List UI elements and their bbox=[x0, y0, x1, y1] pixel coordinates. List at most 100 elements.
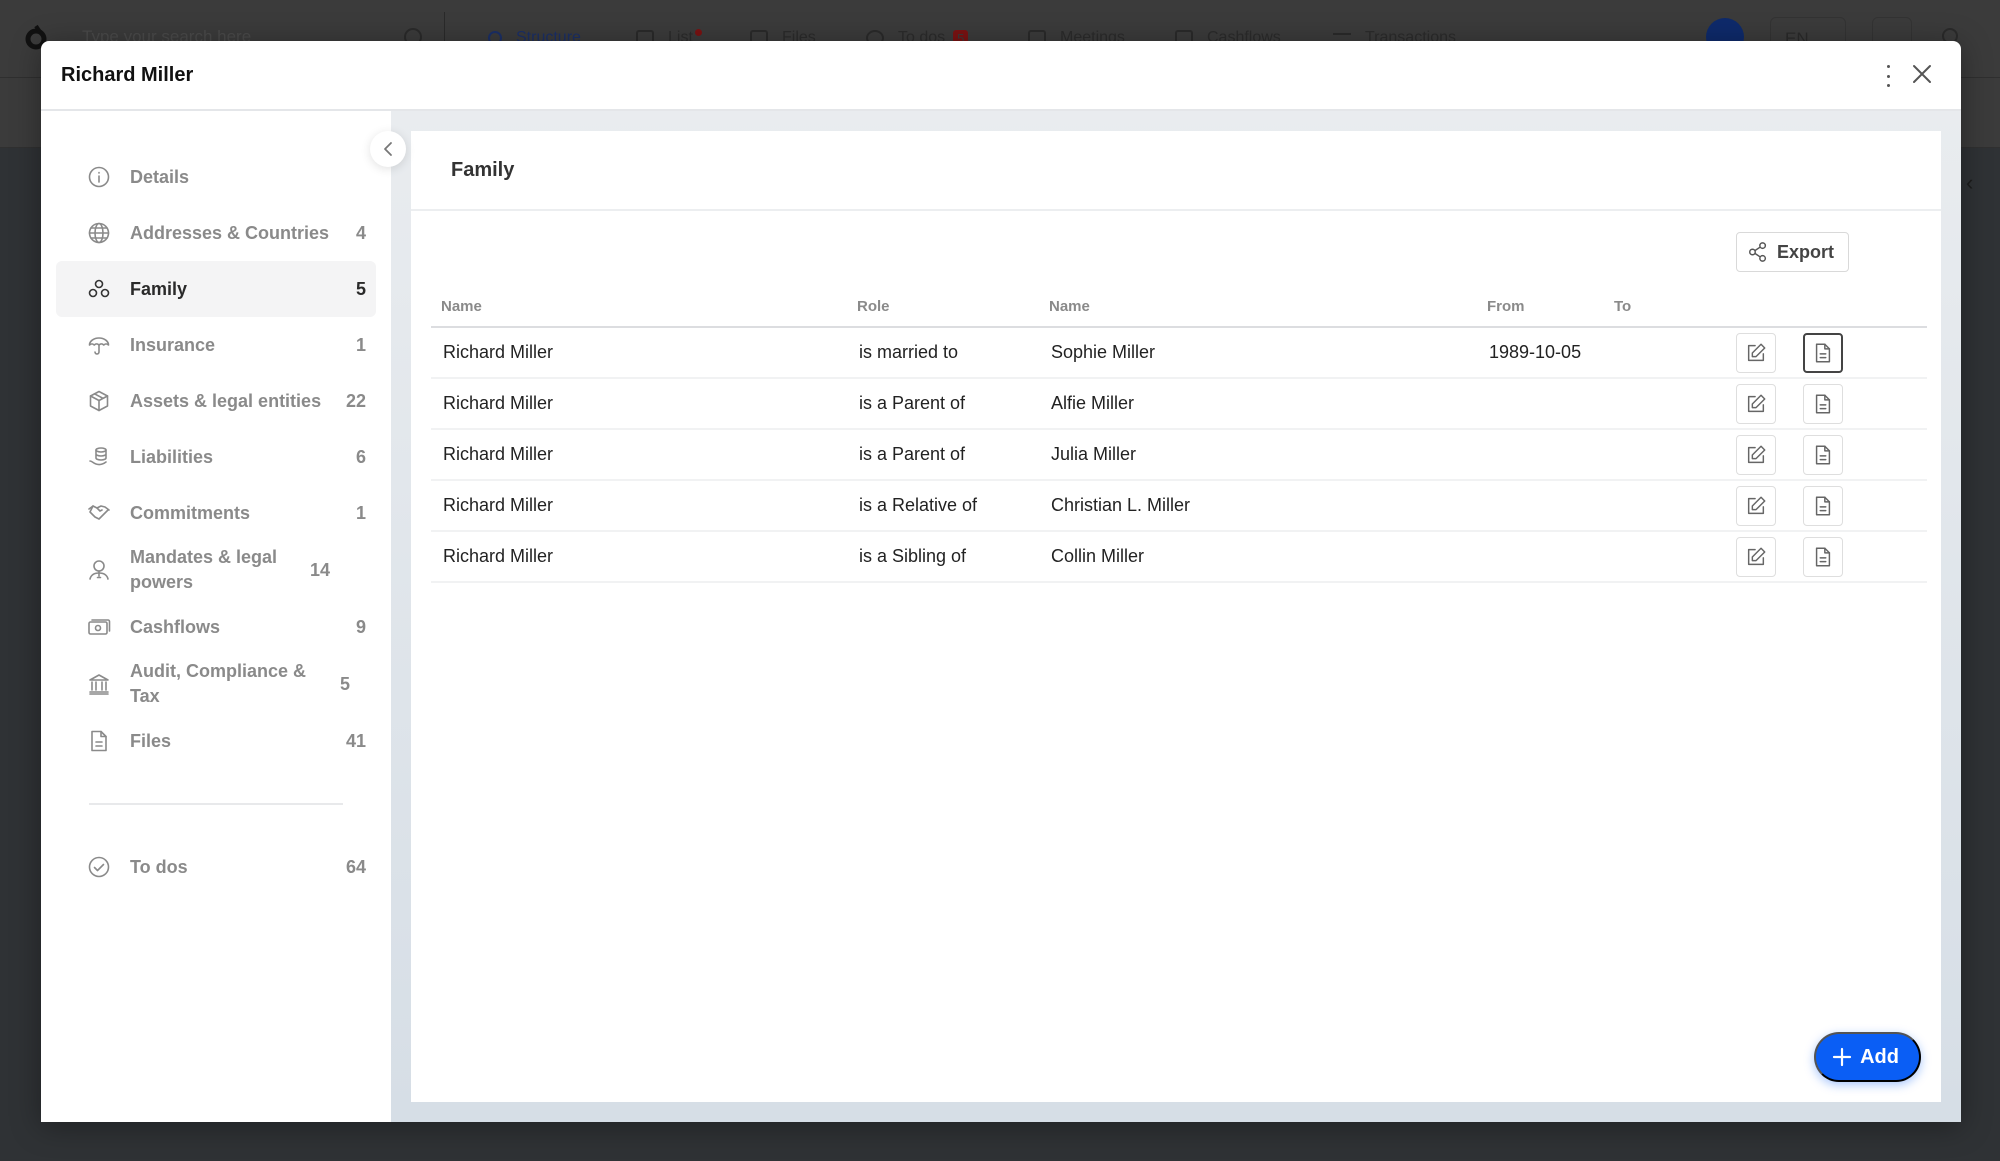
plus-icon bbox=[1833, 1047, 1852, 1067]
sidebar-item-label: Insurance bbox=[130, 334, 216, 355]
sidebar-item-label: Liabilities bbox=[130, 446, 214, 467]
notification-dot bbox=[694, 28, 702, 36]
table-row[interactable]: Richard Miller is a Sibling of Collin Mi… bbox=[431, 531, 1927, 583]
handshake-icon bbox=[86, 500, 112, 526]
table-header-row: Name Role Name From To bbox=[431, 287, 1927, 328]
column-header-role[interactable]: Role bbox=[847, 287, 1039, 328]
cell-actions bbox=[1724, 429, 1927, 481]
document-button[interactable] bbox=[1803, 332, 1844, 373]
document-button[interactable] bbox=[1803, 383, 1844, 424]
family-card: Family Export Name Role Name From To Ric… bbox=[411, 131, 1941, 1102]
cell-related-name: Christian L. Miller bbox=[1039, 480, 1477, 532]
cell-name: Richard Miller bbox=[431, 378, 847, 430]
table-row[interactable]: Richard Miller is a Parent of Alfie Mill… bbox=[431, 378, 1927, 430]
cell-to bbox=[1604, 327, 1724, 379]
column-header-actions bbox=[1724, 287, 1927, 328]
sidebar-item-count: 5 bbox=[339, 673, 350, 694]
cell-from: 1989-10-05 bbox=[1477, 327, 1604, 379]
edit-icon bbox=[1747, 445, 1766, 463]
bank-icon bbox=[86, 671, 112, 697]
sidebar-item-label: Addresses & Countries bbox=[130, 222, 330, 243]
cell-to bbox=[1604, 378, 1724, 430]
export-button[interactable]: Export bbox=[1735, 232, 1849, 272]
cell-from bbox=[1477, 429, 1604, 481]
family-icon bbox=[86, 276, 112, 302]
cell-name: Richard Miller bbox=[431, 327, 847, 379]
check-circle-icon bbox=[86, 854, 112, 880]
sidebar-item-todos[interactable]: To dos 64 bbox=[56, 839, 376, 895]
cell-to bbox=[1604, 480, 1724, 532]
cell-actions bbox=[1724, 480, 1927, 532]
sidebar-item-family[interactable]: Family 5 bbox=[56, 261, 376, 317]
sidebar-item-label: Family bbox=[130, 278, 188, 299]
column-header-from[interactable]: From bbox=[1477, 287, 1604, 328]
document-button[interactable] bbox=[1803, 485, 1844, 526]
edit-button[interactable] bbox=[1736, 485, 1776, 526]
cell-from bbox=[1477, 378, 1604, 430]
sidebar-item-count: 64 bbox=[345, 856, 366, 877]
table-row[interactable]: Richard Miller is a Parent of Julia Mill… bbox=[431, 429, 1927, 481]
column-header-name[interactable]: Name bbox=[431, 287, 847, 328]
sidebar-item-cashflows[interactable]: Cashflows 9 bbox=[56, 599, 376, 655]
cell-name: Richard Miller bbox=[431, 480, 847, 532]
document-icon bbox=[1815, 394, 1831, 413]
umbrella-icon bbox=[86, 332, 112, 358]
cell-from bbox=[1477, 531, 1604, 583]
sidebar-item-details[interactable]: Details bbox=[56, 149, 376, 205]
globe-icon bbox=[86, 220, 112, 246]
modal-sidebar: Details Addresses & Countries 4 Family 5… bbox=[41, 111, 406, 1122]
close-icon[interactable] bbox=[1911, 63, 1933, 85]
cell-role: is a Parent of bbox=[847, 378, 1039, 430]
sidebar-item-count: 6 bbox=[355, 446, 366, 467]
cell-from bbox=[1477, 480, 1604, 532]
content-area: Family Export Name Role Name From To Ric… bbox=[391, 111, 1961, 1122]
edit-button[interactable] bbox=[1736, 383, 1776, 424]
collapse-sidebar-button[interactable] bbox=[370, 131, 406, 167]
sidebar-item-count: 22 bbox=[345, 390, 366, 411]
cell-name: Richard Miller bbox=[431, 531, 847, 583]
edit-button[interactable] bbox=[1736, 332, 1776, 373]
column-header-related-name[interactable]: Name bbox=[1039, 287, 1477, 328]
modal-body: Details Addresses & Countries 4 Family 5… bbox=[41, 111, 1961, 1122]
sidebar-item-label: Assets & legal entities bbox=[130, 390, 322, 411]
sidebar-item-audit[interactable]: Audit, Compliance & Tax 5 bbox=[56, 655, 376, 713]
add-label: Add bbox=[1860, 1045, 1899, 1068]
sidebar-item-count: 14 bbox=[309, 559, 330, 580]
more-options-icon[interactable] bbox=[1883, 65, 1893, 87]
cell-role: is married to bbox=[847, 327, 1039, 379]
cell-related-name: Collin Miller bbox=[1039, 531, 1477, 583]
sidebar-item-label: To dos bbox=[130, 856, 188, 877]
sidebar-item-mandates[interactable]: Mandates & legal powers 14 bbox=[56, 541, 376, 599]
column-header-to[interactable]: To bbox=[1604, 287, 1724, 328]
document-button[interactable] bbox=[1803, 536, 1844, 577]
document-icon bbox=[1815, 445, 1831, 464]
share-icon bbox=[1749, 242, 1767, 262]
sidebar-item-commitments[interactable]: Commitments 1 bbox=[56, 485, 376, 541]
file-icon bbox=[86, 728, 112, 754]
cell-related-name: Julia Miller bbox=[1039, 429, 1477, 481]
sidebar-item-addresses[interactable]: Addresses & Countries 4 bbox=[56, 205, 376, 261]
add-button[interactable]: Add bbox=[1814, 1032, 1921, 1082]
cell-role: is a Relative of bbox=[847, 480, 1039, 532]
cell-related-name: Alfie Miller bbox=[1039, 378, 1477, 430]
sidebar-item-assets[interactable]: Assets & legal entities 22 bbox=[56, 373, 376, 429]
table-row[interactable]: Richard Miller is married to Sophie Mill… bbox=[431, 327, 1927, 379]
table-row[interactable]: Richard Miller is a Relative of Christia… bbox=[431, 480, 1927, 532]
document-icon bbox=[1815, 496, 1831, 515]
cell-to bbox=[1604, 429, 1724, 481]
edit-button[interactable] bbox=[1736, 536, 1776, 577]
cell-role: is a Sibling of bbox=[847, 531, 1039, 583]
cell-role: is a Parent of bbox=[847, 429, 1039, 481]
edit-button[interactable] bbox=[1736, 434, 1776, 475]
section-title: Family bbox=[451, 158, 515, 181]
sidebar-item-insurance[interactable]: Insurance 1 bbox=[56, 317, 376, 373]
sidebar-item-liabilities[interactable]: Liabilities 6 bbox=[56, 429, 376, 485]
sidebar-item-count: 41 bbox=[345, 730, 366, 751]
edit-icon bbox=[1747, 547, 1766, 565]
modal-header: Richard Miller bbox=[41, 41, 1961, 111]
sidebar-divider bbox=[89, 803, 343, 805]
document-button[interactable] bbox=[1803, 434, 1844, 475]
chevron-left-icon bbox=[384, 142, 392, 156]
cell-name: Richard Miller bbox=[431, 429, 847, 481]
sidebar-item-files[interactable]: Files 41 bbox=[56, 713, 376, 769]
